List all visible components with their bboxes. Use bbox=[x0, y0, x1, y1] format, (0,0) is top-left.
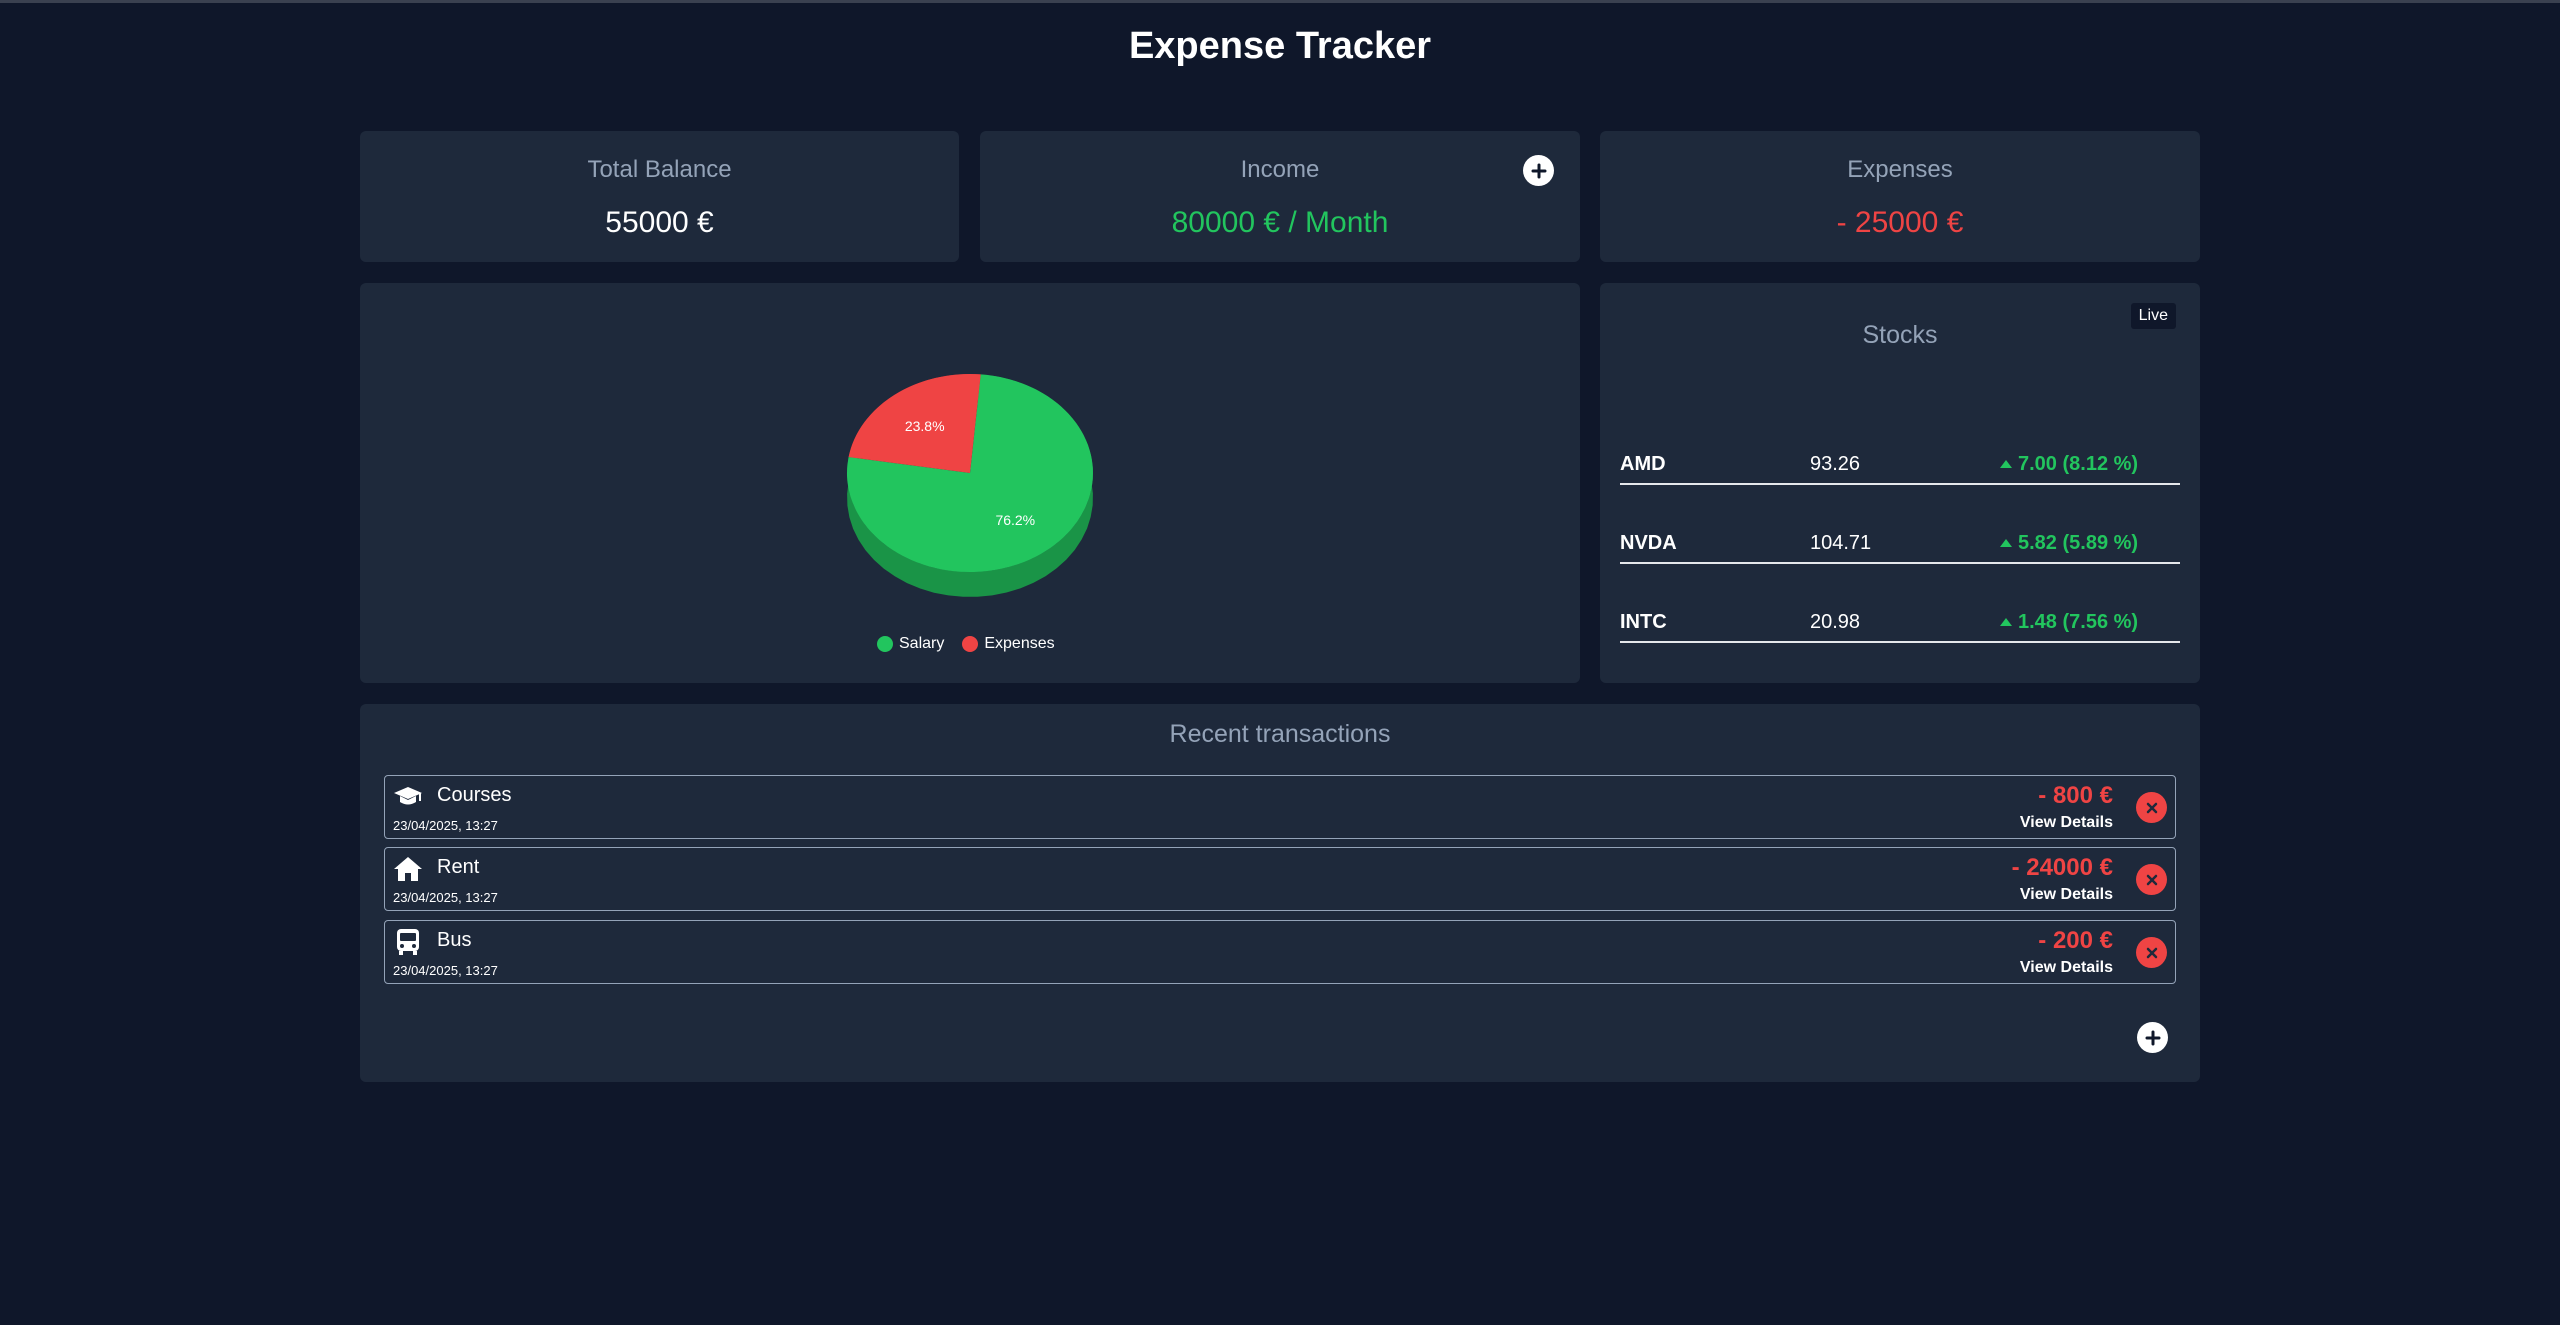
stock-change: 5.82 (5.89 %) bbox=[2000, 532, 2138, 555]
view-details-link[interactable]: View Details bbox=[2020, 959, 2113, 977]
delete-transaction-button[interactable] bbox=[2136, 864, 2167, 895]
stock-symbol: AMD bbox=[1620, 452, 1666, 475]
income-card: Income 80000 € / Month bbox=[980, 131, 1580, 262]
stocks-title: Stocks bbox=[1862, 321, 1938, 349]
stock-change-value: 5.82 (5.89 %) bbox=[2018, 531, 2139, 554]
balance-label: Total Balance bbox=[587, 156, 732, 183]
stock-change: 7.00 (8.12 %) bbox=[2000, 453, 2138, 476]
transaction-row[interactable]: Bus 23/04/2025, 13:27 - 200 € View Detai… bbox=[384, 920, 2176, 984]
caret-up-icon bbox=[2000, 460, 2012, 468]
close-icon bbox=[2146, 802, 2157, 813]
transaction-date: 23/04/2025, 13:27 bbox=[393, 818, 498, 833]
transaction-name: Bus bbox=[437, 929, 472, 951]
expenses-card: Expenses - 25000 € bbox=[1600, 131, 2200, 262]
transaction-name: Rent bbox=[437, 856, 480, 878]
stock-price: 20.98 bbox=[1810, 610, 1861, 633]
legend-dot-salary bbox=[877, 636, 893, 652]
stock-row: NVDA 104.71 5.82 (5.89 %) bbox=[1620, 524, 2180, 564]
balance-value: 55000 € bbox=[605, 206, 714, 239]
legend-label-expenses: Expenses bbox=[984, 635, 1055, 652]
home-icon bbox=[394, 857, 422, 881]
stock-change-value: 1.48 (7.56 %) bbox=[2018, 610, 2139, 633]
transaction-date: 23/04/2025, 13:27 bbox=[393, 963, 498, 978]
view-details-link[interactable]: View Details bbox=[2020, 886, 2113, 904]
stock-symbol: NVDA bbox=[1620, 531, 1677, 554]
transaction-amount: - 200 € bbox=[2038, 927, 2113, 954]
transaction-amount: - 24000 € bbox=[2011, 854, 2113, 881]
transaction-date: 23/04/2025, 13:27 bbox=[393, 890, 498, 905]
close-icon bbox=[2146, 874, 2157, 885]
stock-row: AMD 93.26 7.00 (8.12 %) bbox=[1620, 445, 2180, 485]
income-label: Income bbox=[1240, 156, 1320, 183]
transaction-name: Courses bbox=[437, 784, 512, 806]
transactions-card: Recent transactions Courses 23/04/2025, … bbox=[360, 704, 2200, 1082]
stock-price: 104.71 bbox=[1810, 531, 1872, 554]
expenses-label: Expenses bbox=[1847, 156, 1953, 183]
delete-transaction-button[interactable] bbox=[2136, 937, 2167, 968]
stock-symbol: INTC bbox=[1620, 610, 1667, 633]
page-title: Expense Tracker bbox=[1128, 25, 1432, 67]
add-transaction-button[interactable] bbox=[2137, 1022, 2168, 1053]
stock-change-value: 7.00 (8.12 %) bbox=[2018, 452, 2139, 475]
pie-label-salary: 76.2% bbox=[995, 512, 1035, 528]
plus-icon bbox=[2145, 1030, 2160, 1045]
legend-label-salary: Salary bbox=[899, 635, 945, 652]
legend-item-salary[interactable]: Salary bbox=[877, 635, 944, 653]
plus-icon bbox=[1531, 163, 1546, 178]
stock-row: INTC 20.98 1.48 (7.56 %) bbox=[1620, 603, 2180, 643]
transaction-row[interactable]: Courses 23/04/2025, 13:27 - 800 € View D… bbox=[384, 775, 2176, 839]
transactions-title: Recent transactions bbox=[1169, 720, 1391, 748]
add-income-button[interactable] bbox=[1523, 155, 1554, 186]
view-details-link[interactable]: View Details bbox=[2020, 814, 2113, 832]
pie-label-expenses: 23.8% bbox=[905, 418, 945, 434]
stock-change: 1.48 (7.56 %) bbox=[2000, 611, 2138, 634]
pie-chart: 76.2% 23.8% bbox=[846, 374, 1093, 597]
stock-price: 93.26 bbox=[1810, 452, 1861, 475]
expenses-value: - 25000 € bbox=[1836, 206, 1964, 239]
transaction-row[interactable]: Rent 23/04/2025, 13:27 - 24000 € View De… bbox=[384, 847, 2176, 911]
chart-card: 76.2% 23.8% Salary Expenses bbox=[360, 283, 1580, 683]
caret-up-icon bbox=[2000, 539, 2012, 547]
stocks-card: Live Stocks AMD 93.26 7.00 (8.12 %) NVDA… bbox=[1600, 283, 2200, 683]
chart-legend: Salary Expenses bbox=[877, 635, 1055, 653]
graduation-cap-icon bbox=[394, 787, 422, 805]
bus-icon bbox=[397, 929, 419, 955]
balance-card: Total Balance 55000 € bbox=[360, 131, 959, 262]
legend-dot-expenses bbox=[962, 636, 979, 652]
caret-up-icon bbox=[2000, 618, 2012, 626]
legend-item-expenses[interactable]: Expenses bbox=[962, 635, 1055, 653]
income-value: 80000 € / Month bbox=[1171, 206, 1389, 239]
close-icon bbox=[2146, 947, 2157, 958]
delete-transaction-button[interactable] bbox=[2136, 792, 2167, 823]
transaction-amount: - 800 € bbox=[2038, 782, 2113, 809]
